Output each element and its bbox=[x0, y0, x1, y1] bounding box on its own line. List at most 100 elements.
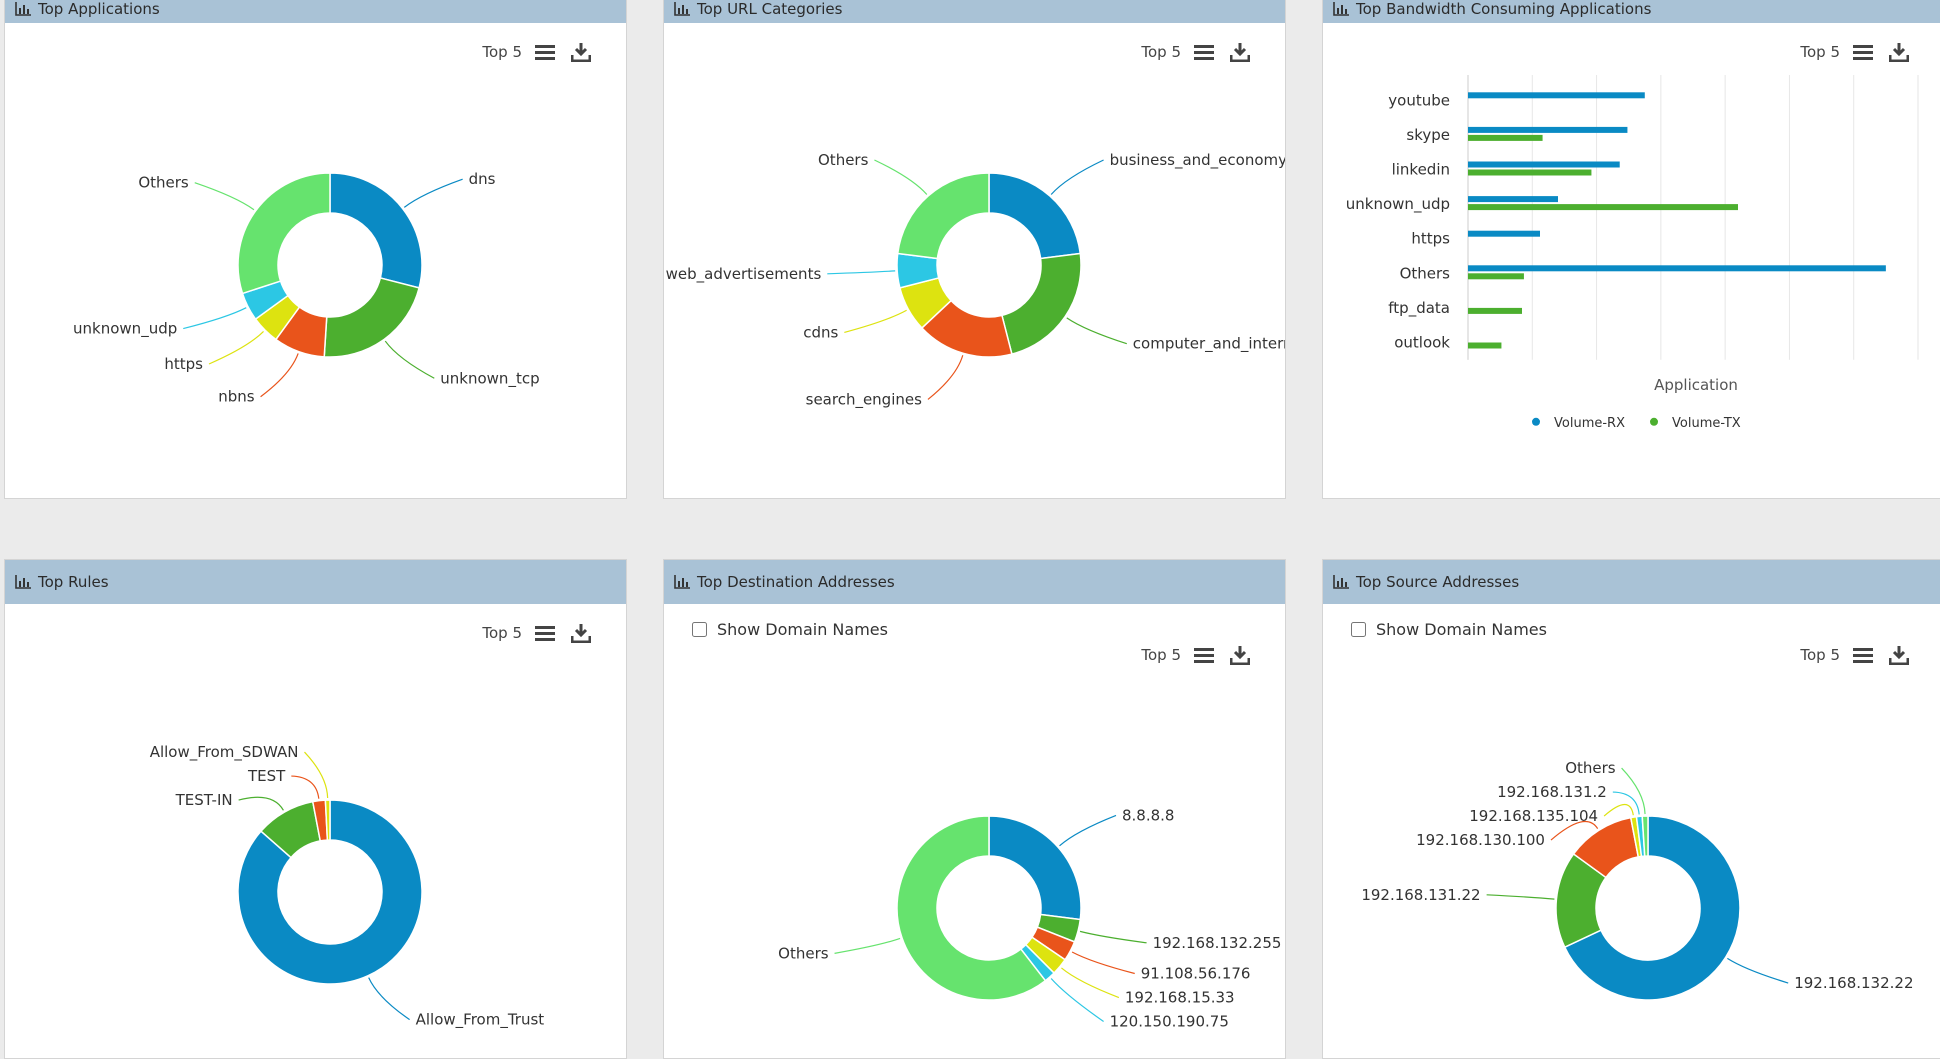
panel-top-bandwidth: Top Bandwidth Consuming Applications Top… bbox=[1322, 0, 1940, 499]
panel-title: Top Bandwidth Consuming Applications bbox=[1356, 0, 1651, 18]
bar-volume-tx-unknown-udp[interactable] bbox=[1468, 204, 1738, 210]
bar-volume-rx-https[interactable] bbox=[1468, 231, 1540, 237]
bar-volume-tx-others[interactable] bbox=[1468, 273, 1524, 279]
category-label-https: https bbox=[1411, 230, 1450, 248]
panel-title: Top Source Addresses bbox=[1356, 573, 1519, 591]
slice-label-others: Others bbox=[818, 151, 869, 169]
panel-title: Top Destination Addresses bbox=[697, 573, 895, 591]
bar-volume-tx-skype[interactable] bbox=[1468, 135, 1543, 141]
donut-chart-top-destination: 8.8.8.8192.168.132.25591.108.56.176192.1… bbox=[664, 604, 1285, 1048]
donut-chart-top-source: 192.168.132.22 192.168.131.22 192.168.130.… bbox=[1323, 604, 1940, 1048]
panel-header: Top Source Addresses bbox=[1323, 560, 1940, 604]
connector-nbns bbox=[261, 353, 299, 396]
slice-unknown-tcp[interactable] bbox=[324, 278, 419, 357]
bar-volume-rx-linkedin[interactable] bbox=[1468, 162, 1620, 168]
bar-volume-tx-outlook[interactable] bbox=[1468, 343, 1501, 349]
x-axis-label: Application bbox=[1654, 376, 1738, 394]
connector-192-168-15-33 bbox=[1061, 968, 1118, 998]
slice-label-unknown-udp: unknown_udp bbox=[73, 320, 177, 339]
connector-192-168-132-255 bbox=[1080, 931, 1147, 942]
connector-others bbox=[1622, 768, 1645, 814]
slice-label-business-and-economy: business_and_economy bbox=[1110, 151, 1285, 170]
slice-8-8-8-8[interactable] bbox=[989, 816, 1081, 920]
slice-label-192-168-135-104: 192.168.135.104 bbox=[1469, 807, 1598, 825]
legend-label-volume-rx[interactable]: Volume-RX bbox=[1554, 416, 1625, 431]
slice-label-test-in: TEST-IN bbox=[175, 791, 233, 809]
connector-https bbox=[209, 331, 264, 364]
legend-label-volume-tx[interactable]: Volume-TX bbox=[1672, 416, 1741, 431]
panel-top-source: Top Source Addresses Show Domain Names T… bbox=[1322, 559, 1940, 1059]
slice-label-192-168-132-22: 192.168.132.22 bbox=[1794, 974, 1913, 992]
slice-others[interactable] bbox=[898, 173, 989, 258]
connector-others bbox=[835, 938, 901, 953]
panel-top-applications: Top Applications Top 5 dnsunknown_tcpnbn… bbox=[4, 0, 627, 499]
connector-test bbox=[291, 776, 318, 799]
bar-chart-icon bbox=[1333, 575, 1349, 589]
connector-allow-from-sdwan bbox=[304, 752, 327, 798]
slice-label-web-advertisements: web_advertisements bbox=[666, 265, 822, 284]
slice-label-search-engines: search_engines bbox=[806, 390, 922, 409]
bar-chart-top-bandwidth: youtubeskypelinkedinunknown_udphttpsOthe… bbox=[1323, 23, 1940, 493]
panel-header: Top Bandwidth Consuming Applications bbox=[1323, 0, 1940, 23]
connector-computer-and-internet-info bbox=[1067, 318, 1127, 344]
donut-chart-top-applications: dnsunknown_tcpnbnshttpsunknown_udpOthers bbox=[5, 23, 626, 493]
connector-others bbox=[874, 160, 926, 195]
slice-label-allow-from-trust: Allow_From_Trust bbox=[416, 1011, 545, 1030]
slice-label-192-168-130-100: 192.168.130.100 bbox=[1416, 831, 1545, 849]
slice-label-test: TEST bbox=[247, 767, 286, 785]
panel-header: Top URL Categories bbox=[664, 0, 1285, 23]
bar-volume-rx-others[interactable] bbox=[1468, 265, 1886, 271]
connector-web-advertisements bbox=[827, 271, 895, 274]
connector-unknown-tcp bbox=[385, 341, 434, 378]
slice-label-192-168-131-22: 192.168.131.22 bbox=[1361, 886, 1480, 904]
connector-cdns bbox=[844, 310, 906, 332]
connector-192-168-131-22 bbox=[1487, 895, 1555, 899]
slice-label-others: Others bbox=[778, 944, 829, 962]
panel-title: Top Rules bbox=[38, 573, 109, 591]
slice-label-https: https bbox=[164, 355, 203, 373]
slice-label-nbns: nbns bbox=[218, 388, 255, 406]
connector-search-engines bbox=[928, 355, 963, 399]
slice-others[interactable] bbox=[238, 173, 330, 293]
bar-chart-icon bbox=[674, 2, 690, 16]
slice-label-120-150-190-75: 120.150.190.75 bbox=[1110, 1013, 1229, 1031]
slice-label-dns: dns bbox=[469, 170, 496, 188]
bar-volume-rx-skype[interactable] bbox=[1468, 127, 1627, 133]
connector-192-168-135-104 bbox=[1604, 805, 1633, 817]
bar-volume-rx-unknown-udp[interactable] bbox=[1468, 196, 1558, 202]
slice-business-and-economy[interactable] bbox=[989, 173, 1080, 258]
category-label-ftp-data: ftp_data bbox=[1388, 299, 1450, 318]
connector-business-and-economy bbox=[1051, 160, 1103, 195]
slice-label-others: Others bbox=[1565, 759, 1616, 777]
slice-label-91-108-56-176: 91.108.56.176 bbox=[1141, 965, 1251, 983]
connector-8-8-8-8 bbox=[1060, 815, 1117, 845]
bar-chart-icon bbox=[1333, 2, 1349, 16]
panel-header: Top Destination Addresses bbox=[664, 560, 1285, 604]
category-label-linkedin: linkedin bbox=[1392, 161, 1450, 179]
panel-top-url-categories: Top URL Categories Top 5 business_and_ec… bbox=[663, 0, 1286, 499]
category-label-outlook: outlook bbox=[1394, 334, 1450, 352]
connector-unknown-udp bbox=[183, 308, 246, 329]
bar-chart-icon bbox=[15, 2, 31, 16]
panel-header: Top Applications bbox=[5, 0, 626, 23]
legend-marker-volume-tx bbox=[1650, 418, 1658, 426]
category-label-others: Others bbox=[1400, 264, 1451, 282]
slice-label-192-168-132-255: 192.168.132.255 bbox=[1153, 934, 1282, 952]
bar-volume-rx-youtube[interactable] bbox=[1468, 92, 1645, 98]
panel-header: Top Rules bbox=[5, 560, 626, 604]
slice-dns[interactable] bbox=[330, 173, 422, 288]
category-label-youtube: youtube bbox=[1388, 91, 1450, 109]
connector-allow-from-trust bbox=[369, 978, 410, 1020]
slice-label-unknown-tcp: unknown_tcp bbox=[440, 369, 539, 388]
bar-volume-tx-linkedin[interactable] bbox=[1468, 170, 1591, 176]
category-label-unknown-udp: unknown_udp bbox=[1346, 195, 1450, 214]
slice-label-allow-from-sdwan: Allow_From_SDWAN bbox=[150, 743, 299, 762]
connector-192-168-132-22 bbox=[1727, 958, 1788, 983]
connector-192-168-131-2 bbox=[1613, 792, 1639, 814]
panel-title: Top URL Categories bbox=[697, 0, 842, 18]
panel-top-rules: Top Rules Top 5 Allow_From_TrustTEST-INT… bbox=[4, 559, 627, 1059]
connector-test-in bbox=[239, 797, 284, 810]
connector-91-108-56-176 bbox=[1072, 952, 1135, 974]
bar-volume-tx-ftp-data[interactable] bbox=[1468, 308, 1522, 314]
slice-computer-and-internet-info[interactable] bbox=[1002, 253, 1081, 354]
